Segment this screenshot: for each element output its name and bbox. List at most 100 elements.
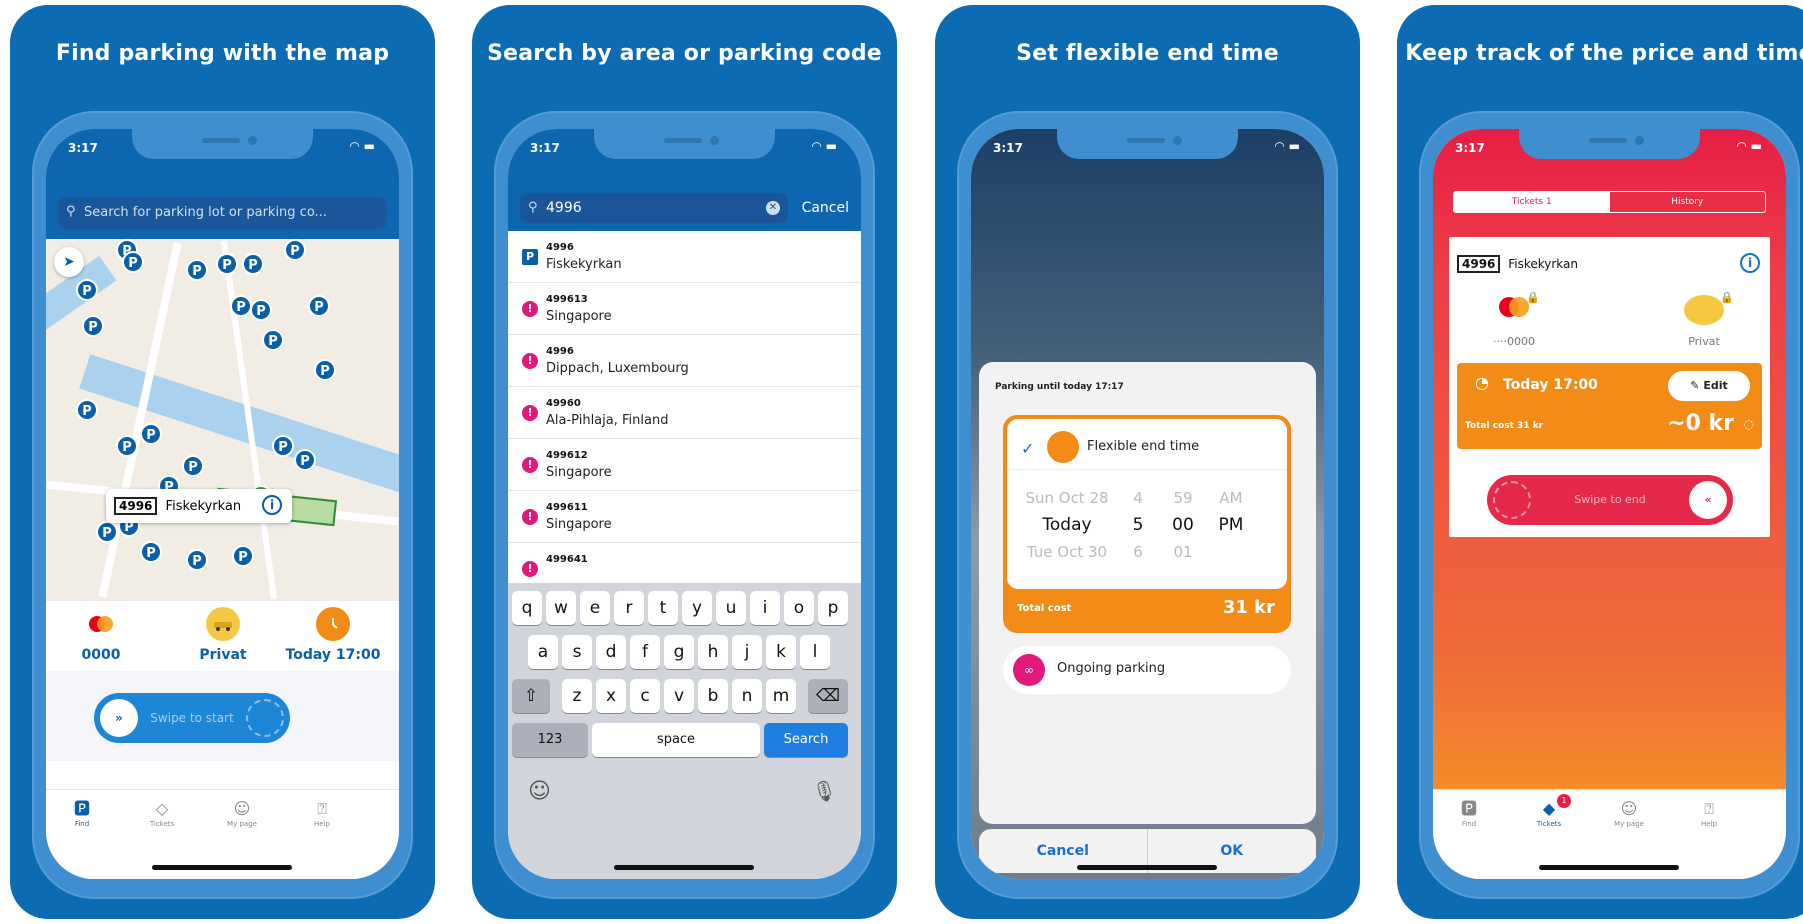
parking-pin[interactable]: P: [216, 253, 238, 275]
numbers-key[interactable]: 123: [512, 723, 588, 757]
parking-pin[interactable]: P: [140, 423, 162, 445]
tab-my-page[interactable]: ☺ My page: [212, 798, 272, 828]
parking-pin[interactable]: P: [294, 449, 316, 471]
keyboard: q w e r t y u i o p a s d f g h j k l ⇧: [508, 583, 861, 879]
parking-pin[interactable]: P: [122, 251, 144, 273]
parking-pin[interactable]: P: [230, 295, 252, 317]
parking-pin[interactable]: P: [76, 399, 98, 421]
key[interactable]: f: [630, 635, 660, 669]
key[interactable]: o: [784, 591, 814, 625]
chevron-left-icon[interactable]: «: [1689, 481, 1727, 519]
map-view[interactable]: ➤ P P P P P P P P P P P P P P P P P P P: [46, 239, 399, 601]
edit-button[interactable]: ✎ Edit: [1668, 371, 1750, 401]
phone-notch: [1057, 129, 1238, 159]
alert-icon: !: [522, 509, 538, 525]
emoji-icon[interactable]: ☺: [528, 779, 551, 804]
key[interactable]: w: [546, 591, 576, 625]
home-indicator: [1077, 865, 1217, 870]
locate-me-button[interactable]: ➤: [54, 247, 84, 277]
tab-help[interactable]: ⍰ Help: [292, 798, 352, 828]
map-callout[interactable]: 4996 Fiskekyrkan i: [106, 489, 292, 523]
key[interactable]: c: [630, 679, 660, 713]
swipe-to-start-slider[interactable]: » Swipe to start: [94, 693, 290, 743]
tab-help[interactable]: ⍰ Help: [1679, 798, 1739, 828]
time-option[interactable]: Today 17:00: [278, 607, 388, 663]
search-key[interactable]: Search: [764, 723, 848, 757]
payment-option[interactable]: 0000: [46, 607, 156, 663]
parking-pin[interactable]: P: [242, 253, 264, 275]
parking-pin[interactable]: P: [76, 279, 98, 301]
parking-pin[interactable]: P: [232, 545, 254, 567]
parking-pin[interactable]: P: [140, 541, 162, 563]
list-item[interactable]: ! 499611 Singapore: [508, 491, 861, 543]
key[interactable]: t: [648, 591, 678, 625]
key[interactable]: b: [698, 679, 728, 713]
backspace-key[interactable]: ⌫: [808, 679, 848, 713]
list-item[interactable]: ! 49960 Ala-Pihlaja, Finland: [508, 387, 861, 439]
search-input[interactable]: ⚲ 4996 ✕: [520, 193, 788, 223]
key[interactable]: k: [766, 635, 796, 669]
chevron-right-icon[interactable]: »: [100, 699, 138, 737]
parking-pin[interactable]: P: [82, 315, 104, 337]
microphone-icon[interactable]: 🎙: [812, 779, 837, 803]
key[interactable]: m: [766, 679, 796, 713]
key[interactable]: p: [818, 591, 848, 625]
key[interactable]: j: [732, 635, 762, 669]
parking-pin[interactable]: P: [186, 259, 208, 281]
key[interactable]: z: [562, 679, 592, 713]
cancel-button[interactable]: Cancel: [802, 200, 849, 216]
shift-key[interactable]: ⇧: [512, 679, 550, 713]
key[interactable]: v: [664, 679, 694, 713]
info-icon[interactable]: i: [262, 495, 282, 515]
list-item[interactable]: P 4996 Fiskekyrkan: [508, 231, 861, 283]
parking-pin[interactable]: P: [250, 299, 272, 321]
list-item[interactable]: ! 499612 Singapore: [508, 439, 861, 491]
parking-pin[interactable]: P: [96, 521, 118, 543]
key[interactable]: s: [562, 635, 592, 669]
key[interactable]: h: [698, 635, 728, 669]
parking-pin[interactable]: P: [262, 329, 284, 351]
info-icon[interactable]: i: [1740, 253, 1760, 273]
list-item[interactable]: ! 4996 Dippach, Luxembourg: [508, 335, 861, 387]
swipe-to-end-slider[interactable]: Swipe to end «: [1487, 475, 1733, 525]
tab-find[interactable]: 🅿 Find: [1439, 798, 1499, 828]
pencil-icon: ✎: [1690, 379, 1700, 392]
key[interactable]: d: [596, 635, 626, 669]
search-input[interactable]: ⚲ Search for parking lot or parking co..…: [58, 197, 387, 229]
key[interactable]: u: [716, 591, 746, 625]
tab-tickets[interactable]: ◇ Tickets: [132, 798, 192, 828]
tab-my-page[interactable]: ☺ My page: [1599, 798, 1659, 828]
key[interactable]: x: [596, 679, 626, 713]
parking-pin[interactable]: P: [182, 455, 204, 477]
key[interactable]: y: [682, 591, 712, 625]
list-item[interactable]: ! 499613 Singapore: [508, 283, 861, 335]
key[interactable]: n: [732, 679, 762, 713]
parking-pin[interactable]: P: [308, 295, 330, 317]
ongoing-parking-button[interactable]: ∞ Ongoing parking: [1003, 646, 1291, 694]
key[interactable]: i: [750, 591, 780, 625]
parking-pin[interactable]: P: [186, 549, 208, 571]
tab-find[interactable]: 🅿 Find: [52, 798, 112, 828]
tab-tickets[interactable]: Tickets 1: [1454, 192, 1610, 212]
key[interactable]: g: [664, 635, 694, 669]
phone-screen: 3:17 ◠ ▬ ⚲ 4996 ✕ Cancel P 4996 Fiskekyr…: [508, 129, 861, 879]
key[interactable]: l: [800, 635, 830, 669]
clear-icon[interactable]: ✕: [766, 201, 780, 215]
key[interactable]: r: [614, 591, 644, 625]
key[interactable]: a: [528, 635, 558, 669]
key[interactable]: q: [512, 591, 542, 625]
option-label: 0000: [81, 647, 121, 663]
flexible-end-time-option[interactable]: ✓ Flexible end time: [1007, 427, 1287, 471]
parking-pin[interactable]: P: [116, 435, 138, 457]
phone-screen: 3:17 ◠ ▬ Tickets 1 History 4996 Fiskekyr…: [1433, 129, 1786, 879]
parking-pin[interactable]: P: [284, 239, 306, 261]
key[interactable]: e: [580, 591, 610, 625]
space-key[interactable]: space: [592, 723, 760, 757]
tab-history[interactable]: History: [1610, 192, 1766, 212]
vehicle-option[interactable]: Privat: [168, 607, 278, 663]
parking-pin[interactable]: P: [272, 435, 294, 457]
parking-code: 4996: [1457, 255, 1501, 273]
tab-tickets[interactable]: ◆ 1 Tickets: [1519, 794, 1579, 828]
panel-caption: Keep track of the price and time: [1405, 41, 1803, 66]
parking-pin[interactable]: P: [314, 359, 336, 381]
